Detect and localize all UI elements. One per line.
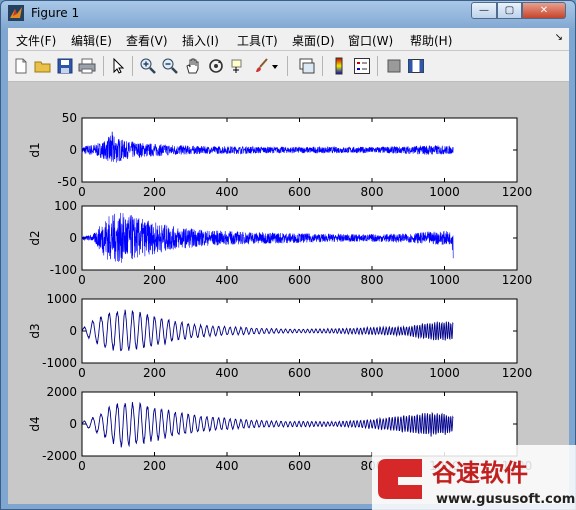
toolbar-separator <box>103 56 104 76</box>
maximize-icon: ▢ <box>504 5 515 16</box>
x-tick-label: 800 <box>361 185 384 199</box>
minimize-button[interactable]: — <box>471 2 497 19</box>
y-tick-label: 0 <box>69 143 77 157</box>
x-tick-label: 1000 <box>429 185 460 199</box>
hide-plot-tools-icon[interactable] <box>385 57 403 75</box>
toolbar-separator <box>322 56 323 76</box>
show-plot-tools-icon[interactable] <box>407 57 425 75</box>
plots-svg: 0 200 400 600 800 1000 1200500-50d10 200 400 600 8… <box>28 111 533 473</box>
window-title: Figure 1 <box>31 6 80 20</box>
x-tick-label: 800 <box>361 366 384 380</box>
title-bar[interactable]: Figure 1 — ▢ ✕ <box>1 1 575 27</box>
x-tick-label: 400 <box>216 459 239 473</box>
y-tick-label: -50 <box>57 175 77 189</box>
figure-toolbar <box>8 51 569 82</box>
x-tick-label: 0 <box>78 273 86 287</box>
y-tick-label: 2000 <box>46 385 77 399</box>
rotate-3d-icon[interactable] <box>207 57 225 75</box>
y-tick-label: -100 <box>50 263 77 277</box>
close-button[interactable]: ✕ <box>522 2 566 19</box>
maximize-button[interactable]: ▢ <box>497 2 522 19</box>
link-plot-icon[interactable] <box>298 57 316 75</box>
x-tick-label: 0 <box>78 366 86 380</box>
close-icon: ✕ <box>539 5 549 16</box>
y-tick-label: -2000 <box>42 449 77 463</box>
minimize-icon: — <box>479 5 489 16</box>
legend-icon[interactable] <box>353 57 371 75</box>
pan-hand-icon[interactable] <box>184 57 202 75</box>
figure-window: Figure 1 — ▢ ✕ 文件(F) 编辑(E) 查看(V) 插入(I) 工… <box>0 0 576 510</box>
matlab-icon <box>8 5 24 21</box>
print-icon[interactable] <box>78 57 96 75</box>
menu-bar: 文件(F) 编辑(E) 查看(V) 插入(I) 工具(T) 桌面(D) 窗口(W… <box>8 28 569 50</box>
y-tick-label: -1000 <box>42 356 77 370</box>
y-tick-label: 50 <box>62 111 77 125</box>
y-tick-label: 0 <box>69 417 77 431</box>
edit-plot-arrow-icon[interactable] <box>109 57 127 75</box>
gususoft-watermark: 谷速软件 www.gususoft.com <box>372 445 576 510</box>
x-tick-label: 600 <box>288 185 311 199</box>
watermark-url: www.gususoft.com <box>436 492 575 507</box>
client-area: 文件(F) 编辑(E) 查看(V) 插入(I) 工具(T) 桌面(D) 窗口(W… <box>8 28 569 504</box>
x-tick-label: 400 <box>216 273 239 287</box>
toolbar-separator <box>377 56 378 76</box>
y-tick-label: 0 <box>69 324 77 338</box>
colorbar-icon[interactable] <box>330 57 348 75</box>
x-tick-label: 1000 <box>429 273 460 287</box>
watermark-brand: 谷速软件 <box>432 459 528 487</box>
menu-help[interactable]: 帮助(H) <box>410 32 452 49</box>
y-tick-label: 1000 <box>46 292 77 306</box>
x-tick-label: 200 <box>143 185 166 199</box>
toolbar-separator <box>132 56 133 76</box>
menu-file[interactable]: 文件(F) <box>16 32 56 49</box>
menu-tools[interactable]: 工具(T) <box>237 32 278 49</box>
dock-arrow-icon[interactable]: ↘ <box>555 32 563 43</box>
y-tick-label: 0 <box>69 231 77 245</box>
x-tick-label: 400 <box>216 366 239 380</box>
x-tick-label: 800 <box>361 273 384 287</box>
zoom-in-icon[interactable] <box>139 57 157 75</box>
menu-insert[interactable]: 插入(I) <box>182 32 219 49</box>
y-axis-label: d2 <box>28 230 42 245</box>
x-tick-label: 0 <box>78 185 86 199</box>
x-tick-label: 0 <box>78 459 86 473</box>
x-tick-label: 200 <box>143 273 166 287</box>
y-axis-label: d4 <box>28 416 42 431</box>
y-axis-label: d3 <box>28 323 42 338</box>
x-tick-label: 600 <box>288 459 311 473</box>
menu-edit[interactable]: 编辑(E) <box>71 32 112 49</box>
x-tick-label: 600 <box>288 273 311 287</box>
y-tick-label: 100 <box>54 199 77 213</box>
save-icon[interactable] <box>56 57 74 75</box>
x-tick-label: 600 <box>288 366 311 380</box>
toolbar-separator <box>287 56 288 76</box>
data-cursor-icon[interactable] <box>230 57 248 75</box>
new-figure-icon[interactable] <box>12 57 30 75</box>
menu-desktop[interactable]: 桌面(D) <box>292 32 335 49</box>
y-axis-label: d1 <box>28 142 42 157</box>
x-tick-label: 1200 <box>502 366 533 380</box>
x-tick-label: 400 <box>216 185 239 199</box>
menu-window[interactable]: 窗口(W) <box>348 32 393 49</box>
brush-icon[interactable] <box>253 57 271 75</box>
x-tick-label: 1200 <box>502 273 533 287</box>
x-tick-label: 200 <box>143 366 166 380</box>
x-tick-label: 200 <box>143 459 166 473</box>
open-file-icon[interactable] <box>34 57 52 75</box>
x-tick-label: 1200 <box>502 185 533 199</box>
figure-canvas: 0 200 400 600 800 1000 1200 50 0 -50 d1 0 200 400 600 8… <box>8 82 569 504</box>
zoom-out-icon[interactable] <box>161 57 179 75</box>
x-tick-label: 1000 <box>429 366 460 380</box>
menu-view[interactable]: 查看(V) <box>126 32 168 49</box>
brush-menu-icon[interactable] <box>270 57 280 75</box>
